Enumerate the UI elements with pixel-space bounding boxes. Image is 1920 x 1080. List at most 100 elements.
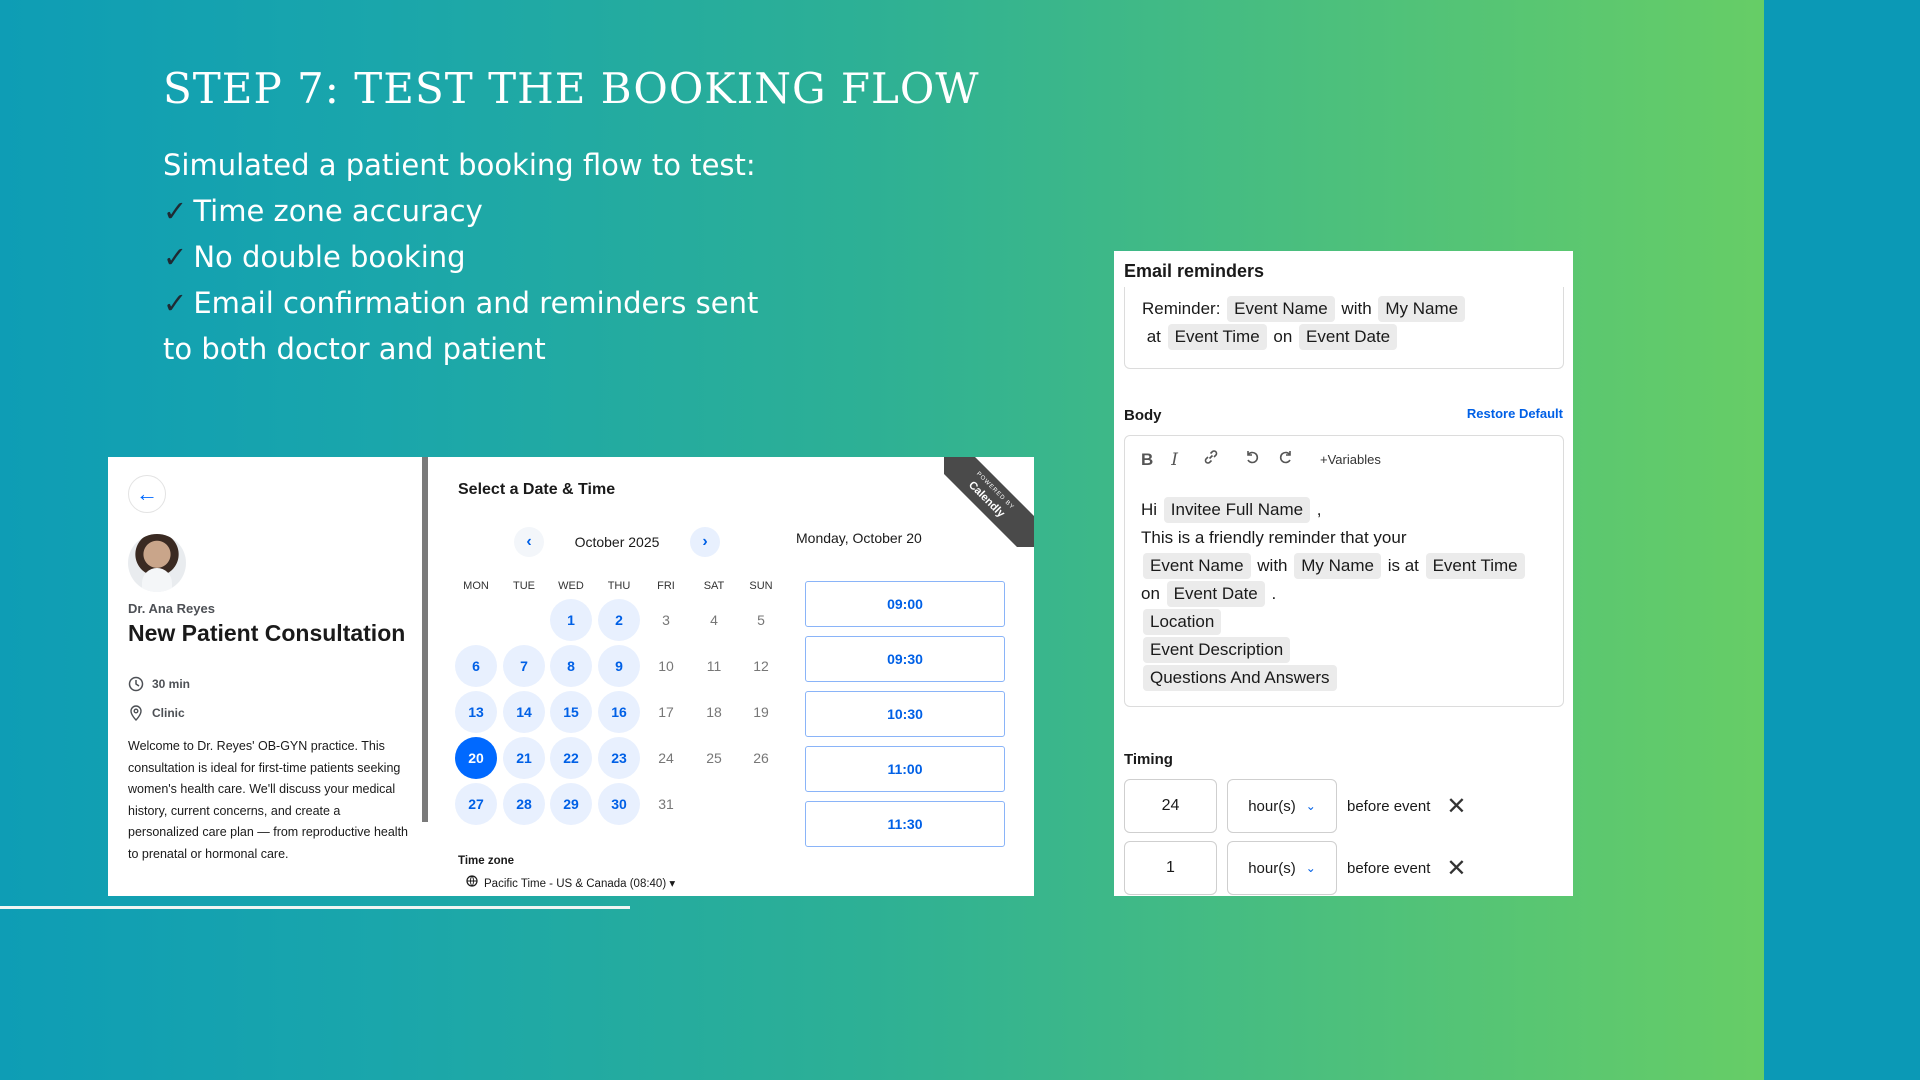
link-icon[interactable] (1202, 448, 1220, 471)
weekday-header: THU (607, 580, 631, 592)
variable-chip[interactable]: My Name (1294, 553, 1381, 579)
calendar-day[interactable]: 15 (550, 691, 592, 733)
variable-chip[interactable]: Event Time (1425, 553, 1525, 579)
timing-unit-select[interactable]: hour(s) ⌄ (1227, 779, 1337, 833)
check-item: ✓ Time zone accuracy (163, 194, 483, 228)
calendar-day[interactable]: 9 (598, 645, 640, 687)
remove-timing-button[interactable]: ✕ (1446, 792, 1466, 821)
map-pin-icon (128, 705, 144, 721)
calendar-day: 10 (658, 658, 674, 674)
body-text: Hi Invitee Full Name , This is a friendly… (1141, 496, 1561, 692)
calendar-day: 3 (662, 612, 670, 628)
calendar-day[interactable]: 22 (550, 737, 592, 779)
variable-chip[interactable]: My Name (1378, 296, 1466, 322)
remove-timing-button[interactable]: ✕ (1446, 854, 1466, 883)
check-item: ✓ Email confirmation and reminders sent t… (163, 286, 758, 366)
variable-chip[interactable]: Event Name (1143, 553, 1251, 579)
text-fragment: is at (1382, 556, 1424, 575)
subject-field[interactable]: Reminder: Event Name with My Name at Eve… (1124, 287, 1564, 369)
variable-chip[interactable]: Event Description (1143, 637, 1291, 663)
event-title: New Patient Consultation (128, 620, 406, 646)
timezone-label: Time zone (458, 855, 515, 867)
restore-default-link[interactable]: Restore Default (1467, 406, 1563, 421)
time-slot-button[interactable]: 10:30 (805, 691, 1005, 737)
text-fragment: This is a friendly reminder that your (1141, 528, 1407, 547)
back-button[interactable]: ← (128, 475, 166, 513)
calendly-booking-card: ← Dr. Ana Reyes New Patient Consultation… (108, 457, 1034, 896)
selected-date-heading: Monday, October 20 (796, 530, 922, 546)
variable-chip[interactable]: Event Date (1299, 324, 1398, 350)
calendar-day: 31 (658, 796, 674, 812)
calendar-day: 4 (710, 612, 718, 628)
variable-chip[interactable]: Event Date (1166, 581, 1265, 607)
variables-button[interactable]: +Variables (1320, 452, 1381, 467)
powered-by-badge[interactable]: POWERED BY Calendly (944, 457, 1034, 547)
calendar-day[interactable]: 27 (455, 783, 497, 825)
timing-value-input[interactable]: 1 (1124, 841, 1217, 895)
bold-icon[interactable]: B (1141, 450, 1153, 470)
location-text: Clinic (152, 706, 185, 720)
check-icon: ✓ (163, 194, 188, 228)
time-slot-button[interactable]: 09:30 (805, 636, 1005, 682)
variable-chip[interactable]: Invitee Full Name (1163, 497, 1311, 523)
panel-scrollbar[interactable] (422, 457, 428, 822)
calendar-day[interactable]: 23 (598, 737, 640, 779)
time-slot-button[interactable]: 09:00 (805, 581, 1005, 627)
timing-unit-select[interactable]: hour(s) ⌄ (1227, 841, 1337, 895)
calendar-day: 24 (658, 750, 674, 766)
variable-chip[interactable]: Location (1143, 609, 1222, 635)
timing-row: 24 hour(s) ⌄ before event ✕ (1124, 779, 1564, 833)
time-slot-button[interactable]: 11:30 (805, 801, 1005, 847)
calendar-day[interactable]: 30 (598, 783, 640, 825)
slide-intro: Simulated a patient booking flow to test… (163, 148, 756, 182)
calendar-day[interactable]: 1 (550, 599, 592, 641)
time-slot-button[interactable]: 11:00 (805, 746, 1005, 792)
calendar-day[interactable]: 29 (550, 783, 592, 825)
weekday-header: TUE (513, 580, 535, 592)
powered-by-ribbon: POWERED BY Calendly (944, 457, 1034, 547)
timing-value-input[interactable]: 24 (1124, 779, 1217, 833)
calendar-day: 18 (706, 704, 722, 720)
email-reminders-title: Email reminders (1124, 261, 1265, 281)
weekday-header: WED (558, 580, 584, 592)
prev-month-button[interactable]: ‹ (514, 527, 544, 557)
text-fragment: with (1336, 299, 1377, 318)
arrow-left-icon: ← (136, 481, 158, 506)
weekday-header: SUN (749, 580, 773, 592)
calendar-day[interactable]: 7 (503, 645, 545, 687)
check-text: Email confirmation and reminders sent to… (163, 286, 759, 366)
weekday-header: MON (463, 580, 489, 592)
body-editor[interactable]: B I +Variables Hi Invitee Full Name , Thi… (1124, 435, 1564, 707)
text-fragment: . (1266, 584, 1277, 603)
calendar-day[interactable]: 13 (455, 691, 497, 733)
calendar-day[interactable]: 8 (550, 645, 592, 687)
calendar-day[interactable]: 14 (503, 691, 545, 733)
location-row: Clinic (128, 705, 185, 721)
variable-chip[interactable]: Event Name (1227, 296, 1335, 322)
undo-icon[interactable] (1244, 449, 1260, 470)
chevron-down-icon: ⌄ (1305, 799, 1316, 813)
calendar-day-selected[interactable]: 20 (455, 737, 497, 779)
timezone-select[interactable]: Pacific Time - US & Canada (08:40) ▾ (466, 875, 675, 890)
check-icon: ✓ (163, 240, 188, 274)
calendar-day[interactable]: 2 (598, 599, 640, 641)
text-fragment: on (1141, 584, 1165, 603)
editor-toolbar: B I +Variables (1141, 448, 1381, 471)
redo-icon[interactable] (1278, 449, 1294, 470)
calendar-day[interactable]: 21 (503, 737, 545, 779)
calendar-day: 26 (753, 750, 769, 766)
variable-chip[interactable]: Event Time (1167, 324, 1267, 350)
close-icon: ✕ (1446, 792, 1467, 820)
next-month-button[interactable]: › (690, 527, 720, 557)
slide-title: STEP 7: TEST THE BOOKING FLOW (163, 64, 980, 113)
chevron-left-icon: ‹ (526, 533, 532, 550)
italic-icon[interactable]: I (1171, 450, 1178, 470)
calendar-day[interactable]: 16 (598, 691, 640, 733)
weekday-header: FRI (657, 580, 675, 592)
calendar-day[interactable]: 6 (455, 645, 497, 687)
variable-chip[interactable]: Questions And Answers (1143, 665, 1337, 691)
calendar-day[interactable]: 28 (503, 783, 545, 825)
chevron-right-icon: › (702, 533, 708, 550)
timing-suffix: before event (1347, 797, 1431, 815)
plus-icon: + (1320, 452, 1328, 467)
